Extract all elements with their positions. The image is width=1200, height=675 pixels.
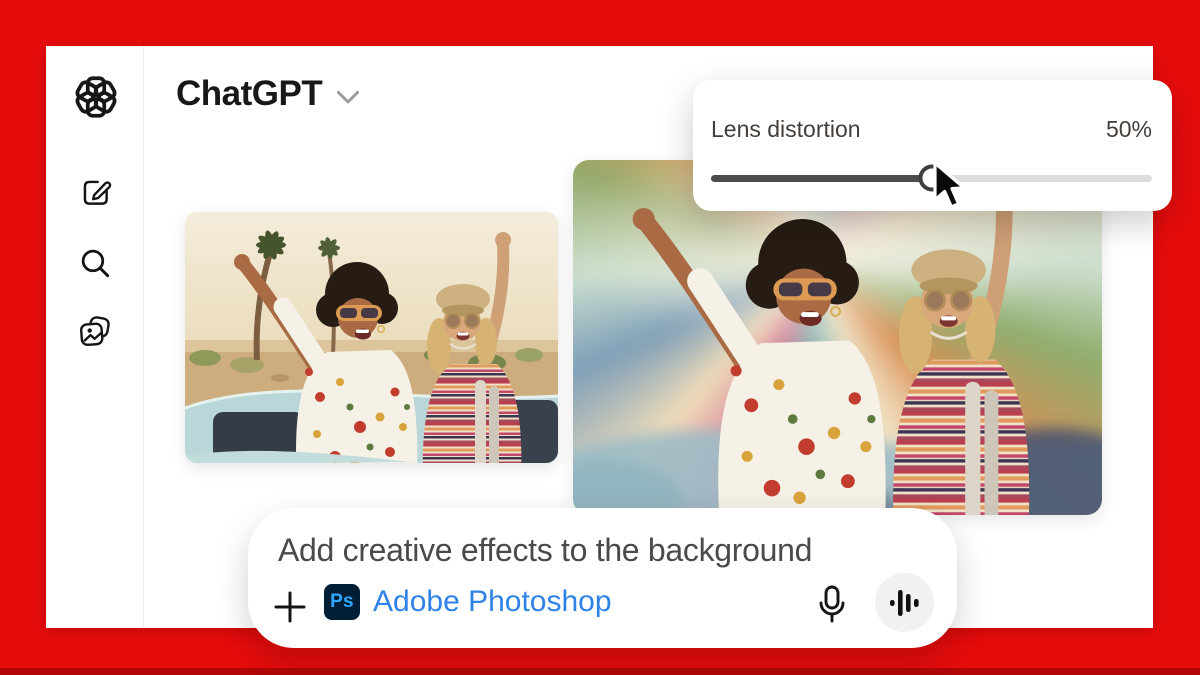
library-button[interactable] (75, 311, 115, 351)
microphone-icon (819, 585, 845, 623)
adobe-photoshop-chip[interactable]: Ps Adobe Photoshop (324, 584, 612, 620)
composer-input[interactable]: Add creative effects to the background (278, 532, 812, 569)
voice-waveform-icon (889, 589, 919, 616)
search-icon (81, 249, 110, 278)
new-chat-button[interactable] (76, 173, 116, 213)
frame-bottom-strip (0, 668, 1200, 675)
sidebar-divider (143, 46, 144, 628)
app-name-label: Adobe Photoshop (373, 585, 612, 618)
edited-photo-figures (573, 160, 1102, 515)
edited-photo[interactable] (573, 160, 1102, 515)
composer: Add creative effects to the background P… (248, 508, 957, 648)
lens-distortion-panel: Lens distortion 50% (693, 80, 1172, 211)
marketing-frame: ChatGPT Lens distortion 50% Add creative… (0, 0, 1200, 675)
page-title: ChatGPT (176, 74, 323, 113)
search-button[interactable] (75, 243, 115, 283)
model-switcher[interactable]: ChatGPT (176, 74, 360, 114)
original-photo[interactable] (185, 212, 558, 463)
slider-fill (711, 175, 932, 182)
plus-icon (274, 591, 306, 623)
new-chat-icon (83, 180, 112, 205)
slider-thumb[interactable] (918, 164, 945, 192)
lens-distortion-slider[interactable] (711, 164, 1152, 192)
photoshop-icon: Ps (324, 584, 360, 620)
attach-button[interactable] (270, 587, 310, 627)
lens-distortion-label: Lens distortion (711, 116, 861, 142)
chevron-down-icon (337, 90, 360, 103)
library-icon (80, 316, 110, 346)
dictate-button[interactable] (810, 583, 854, 627)
openai-logo-icon (74, 75, 118, 119)
voice-mode-button[interactable] (875, 573, 934, 632)
lens-distortion-value: 50% (1105, 116, 1152, 142)
